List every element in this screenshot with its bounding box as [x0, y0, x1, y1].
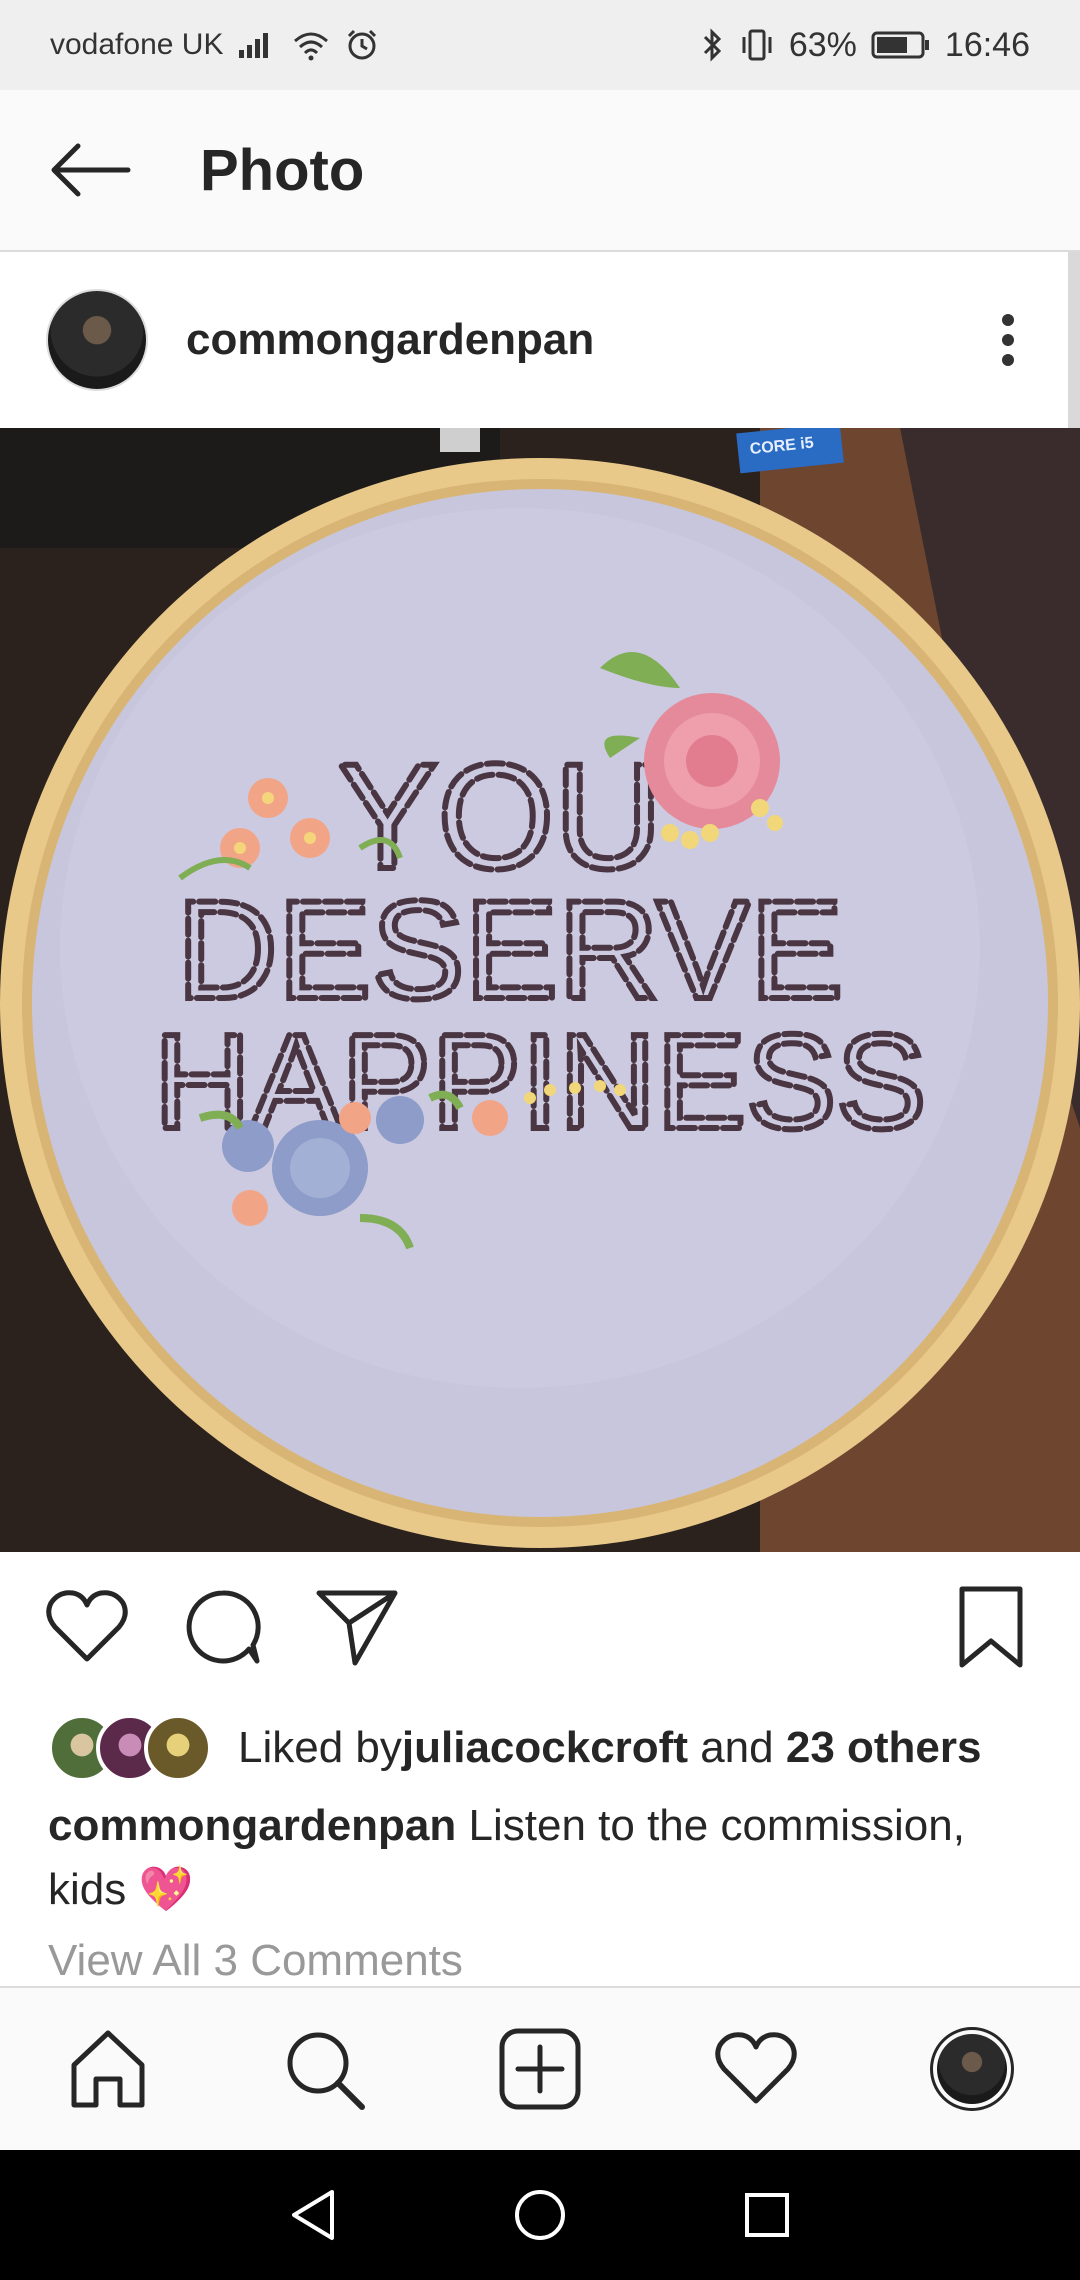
save-button[interactable] — [946, 1582, 1036, 1672]
post-author-avatar[interactable] — [46, 289, 148, 391]
back-button[interactable] — [30, 110, 150, 230]
bluetooth-icon — [703, 28, 721, 62]
battery-icon — [871, 31, 929, 59]
signal-icon — [239, 33, 269, 58]
more-dot — [1002, 334, 1014, 346]
liked-by-prefix: Liked by — [238, 1723, 402, 1772]
post-author-username[interactable]: commongardenpan — [186, 315, 594, 365]
app-header: Photo — [0, 90, 1080, 252]
caption-username[interactable]: commongardenpan — [48, 1801, 456, 1850]
search-icon — [287, 2032, 365, 2110]
vibrate-icon — [742, 29, 772, 61]
home-icon — [71, 2030, 145, 2108]
action-bar — [0, 1552, 1080, 1702]
more-vertical-icon — [1002, 314, 1014, 326]
like-button[interactable] — [42, 1582, 132, 1672]
carrier-label: vodafone UK — [50, 28, 224, 61]
share-button[interactable] — [312, 1582, 402, 1672]
status-bar: vodafone UK 63% 16:46 — [0, 0, 1080, 90]
nav-add[interactable] — [485, 2014, 595, 2124]
heart-icon — [715, 2032, 797, 2104]
liked-by-middle: and — [687, 1723, 786, 1772]
alarm-icon — [348, 29, 377, 60]
arrow-left-icon — [51, 143, 131, 197]
status-right: 63% 16:46 — [701, 26, 1030, 65]
recents-square-icon[interactable] — [742, 2190, 792, 2240]
back-triangle-icon[interactable] — [288, 2188, 338, 2242]
status-left: vodafone UK — [50, 28, 379, 62]
nav-search[interactable] — [269, 2014, 379, 2124]
nav-home[interactable] — [53, 2014, 163, 2124]
view-all-comments-link[interactable]: View All 3 Comments — [48, 1936, 463, 1992]
home-circle-icon[interactable] — [513, 2188, 567, 2242]
clock: 16:46 — [944, 25, 1030, 64]
more-dot — [1002, 354, 1014, 366]
post-header: commongardenpan — [0, 252, 1068, 428]
liker-avatars — [48, 1714, 212, 1782]
page-title: Photo — [200, 137, 365, 203]
comment-icon — [186, 1590, 261, 1664]
comment-button[interactable] — [178, 1582, 268, 1672]
liked-by-others[interactable]: 23 others — [786, 1723, 982, 1773]
profile-avatar-image — [937, 2034, 1007, 2104]
nav-activity[interactable] — [701, 2014, 811, 2124]
heart-icon — [46, 1590, 128, 1662]
more-options-button[interactable] — [978, 300, 1038, 380]
post-caption: commongardenpan Listen to the commission… — [48, 1794, 1038, 1922]
wifi-icon — [294, 32, 329, 61]
battery-percent: 63% — [788, 25, 857, 64]
liked-by-user[interactable]: juliacockcroft — [402, 1723, 688, 1773]
bookmark-icon — [959, 1586, 1023, 1668]
embroidery-photo: CORE i5 YOU DESERVE HAPPINESS — [0, 428, 1080, 1552]
bottom-nav — [0, 1986, 1080, 2150]
nav-profile[interactable] — [917, 2014, 1027, 2124]
send-icon — [316, 1590, 398, 1666]
liker-avatar — [144, 1714, 212, 1782]
sparkling-heart-emoji: 💖 — [138, 1865, 194, 1914]
add-post-icon — [499, 2028, 581, 2110]
post-image[interactable]: CORE i5 YOU DESERVE HAPPINESS — [0, 428, 1080, 1552]
profile-avatar — [930, 2027, 1014, 2111]
likes-row[interactable]: Liked by juliacockcroft and 23 others — [48, 1710, 982, 1786]
embroidery-line-deserve: DESERVE — [177, 871, 844, 1028]
system-nav-bar — [0, 2150, 1080, 2280]
